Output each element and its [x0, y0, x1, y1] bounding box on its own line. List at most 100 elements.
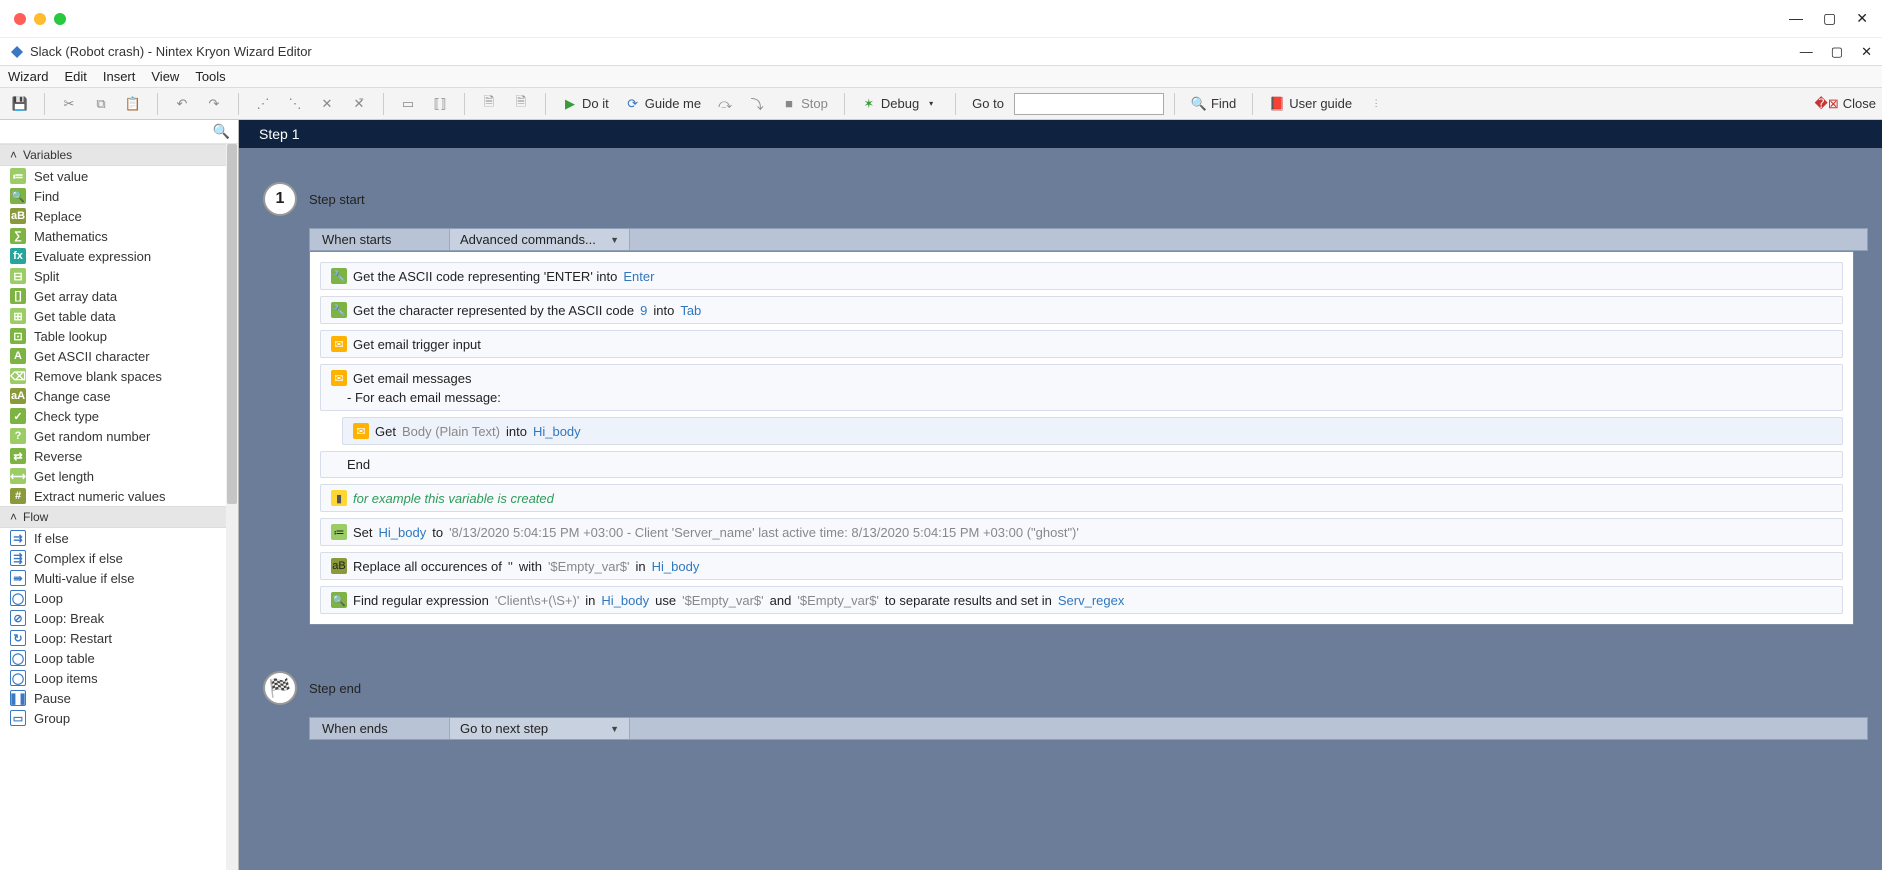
- sidebar-item[interactable]: ◯Loop table: [0, 648, 238, 668]
- sidebar-item[interactable]: aAChange case: [0, 386, 238, 406]
- step-tab[interactable]: Step 1: [239, 120, 1882, 148]
- chevron-up-icon: ˄: [10, 510, 17, 524]
- copy-button[interactable]: ⧉: [87, 94, 115, 114]
- tb-extra-2[interactable]: ⋱: [281, 94, 309, 114]
- action-get-email-messages[interactable]: ✉ Get email messages - For each email me…: [320, 364, 1843, 411]
- menu-insert[interactable]: Insert: [103, 69, 136, 84]
- action-set-hibody[interactable]: ≔ Set Hi_body to '8/13/2020 5:04:15 PM +…: [320, 518, 1843, 546]
- sidebar-item[interactable]: ⟷Get length: [0, 466, 238, 486]
- note-icon: ▮: [331, 490, 347, 506]
- inner-max-icon[interactable]: ▢: [1831, 44, 1843, 60]
- step-into-button[interactable]: ⤵: [743, 94, 771, 114]
- sidebar-group-variables[interactable]: ˄ Variables: [0, 144, 238, 166]
- inner-close-icon[interactable]: ✕: [1861, 44, 1872, 60]
- sidebar-item[interactable]: ≔Set value: [0, 166, 238, 186]
- sidebar-item[interactable]: ❚❚Pause: [0, 688, 238, 708]
- tb-extra-3[interactable]: ✕: [313, 94, 341, 114]
- action-end[interactable]: End: [320, 451, 1843, 478]
- action-replace[interactable]: aB Replace all occurences of '' with '$E…: [320, 552, 1843, 580]
- sidebar-item-icon: ∑: [10, 228, 26, 244]
- sidebar-item[interactable]: ⊡Table lookup: [0, 326, 238, 346]
- stop-button[interactable]: ■Stop: [775, 94, 834, 114]
- action-find-regex[interactable]: 🔍 Find regular expression 'Client\s+(\S+…: [320, 586, 1843, 614]
- close-button[interactable]: �⊠Close: [1815, 96, 1876, 112]
- redo-button[interactable]: ↷: [200, 94, 228, 114]
- sidebar-item[interactable]: ⊘ Loop: Break: [0, 608, 238, 628]
- menu-wizard[interactable]: Wizard: [8, 69, 48, 84]
- menu-tools[interactable]: Tools: [195, 69, 225, 84]
- step-end-strip: When ends Go to next step▼: [309, 717, 1868, 740]
- tb-page-2[interactable]: 🗎: [507, 94, 535, 114]
- sidebar-item[interactable]: ∑Mathematics: [0, 226, 238, 246]
- guideme-button[interactable]: ⟳Guide me: [619, 94, 707, 114]
- sidebar-item-label: Replace: [34, 209, 82, 224]
- sidebar-item-label: Loop: Restart: [34, 631, 112, 646]
- sidebar-item[interactable]: ⊞Get table data: [0, 306, 238, 326]
- action-get-body[interactable]: ✉ Get Body (Plain Text) into Hi_body: [342, 417, 1843, 445]
- sidebar-item[interactable]: ✓Check type: [0, 406, 238, 426]
- doit-button[interactable]: ▶Do it: [556, 94, 615, 114]
- step-1-when-dropdown[interactable]: Advanced commands...▼: [450, 229, 630, 250]
- sidebar-item-label: Multi-value if else: [34, 571, 134, 586]
- inner-min-icon[interactable]: —: [1800, 44, 1813, 60]
- canvas: Step 1 1 Step start When starts Advanced…: [239, 120, 1882, 870]
- sidebar-scrollthumb[interactable]: [227, 144, 237, 504]
- sidebar-item[interactable]: aBReplace: [0, 206, 238, 226]
- sidebar-item[interactable]: fxEvaluate expression: [0, 246, 238, 266]
- outer-max-icon[interactable]: ▢: [1823, 10, 1836, 27]
- action-get-char-9[interactable]: 🔧 Get the character represented by the A…: [320, 296, 1843, 324]
- chevron-up-icon: ˄: [10, 148, 17, 162]
- sidebar-item-label: Get ASCII character: [34, 349, 150, 364]
- sidebar-item[interactable]: []Get array data: [0, 286, 238, 306]
- sidebar-item[interactable]: ◯Loop: [0, 588, 238, 608]
- sidebar-item[interactable]: ⌫Remove blank spaces: [0, 366, 238, 386]
- search-icon[interactable]: 🔍: [213, 123, 230, 140]
- tb-box-1[interactable]: ▭: [394, 94, 422, 114]
- mac-min-dot[interactable]: [34, 13, 46, 25]
- sidebar-item[interactable]: ◯Loop items: [0, 668, 238, 688]
- sidebar-item[interactable]: ⇄Reverse: [0, 446, 238, 466]
- outer-close-icon[interactable]: ✕: [1856, 10, 1868, 27]
- sidebar-item[interactable]: #Extract numeric values: [0, 486, 238, 506]
- sidebar-item-label: Loop: Break: [34, 611, 104, 626]
- mac-max-dot[interactable]: [54, 13, 66, 25]
- tb-box-2[interactable]: ⟦⟧: [426, 94, 454, 114]
- sidebar-item-label: Table lookup: [34, 329, 107, 344]
- sidebar-item-label: Find: [34, 189, 59, 204]
- sidebar-item-label: Change case: [34, 389, 111, 404]
- tb-extra-1[interactable]: ⋰: [249, 94, 277, 114]
- tb-extra-4[interactable]: ✕̄: [345, 94, 373, 114]
- sidebar-item[interactable]: ⊟Split: [0, 266, 238, 286]
- debug-button[interactable]: ✶Debug▾: [855, 94, 945, 114]
- outer-min-icon[interactable]: —: [1789, 10, 1803, 27]
- userguide-button[interactable]: 📕User guide: [1263, 94, 1358, 114]
- action-get-email-trigger[interactable]: ✉ Get email trigger input: [320, 330, 1843, 358]
- save-button[interactable]: 💾: [6, 94, 34, 114]
- mac-close-dot[interactable]: [14, 13, 26, 25]
- action-get-ascii-enter[interactable]: 🔧 Get the ASCII code representing 'ENTER…: [320, 262, 1843, 290]
- paste-button[interactable]: 📋: [119, 94, 147, 114]
- sidebar-group-label: Variables: [23, 148, 72, 162]
- action-comment[interactable]: ▮ for example this variable is created: [320, 484, 1843, 512]
- menu-edit[interactable]: Edit: [64, 69, 86, 84]
- sidebar-item[interactable]: AGet ASCII character: [0, 346, 238, 366]
- tb-page-1[interactable]: 🗎: [475, 94, 503, 114]
- sidebar-item[interactable]: ⇛Multi-value if else: [0, 568, 238, 588]
- sidebar-item[interactable]: ?Get random number: [0, 426, 238, 446]
- find-button[interactable]: 🔍Find: [1185, 94, 1242, 114]
- actions-panel: 🔧 Get the ASCII code representing 'ENTER…: [309, 251, 1854, 625]
- sidebar-item[interactable]: ▭Group: [0, 708, 238, 728]
- sidebar-scrollbar[interactable]: [226, 144, 238, 870]
- step-over-button[interactable]: ⤼: [711, 94, 739, 114]
- menu-view[interactable]: View: [151, 69, 179, 84]
- goto-input[interactable]: [1014, 93, 1164, 115]
- undo-button[interactable]: ↶: [168, 94, 196, 114]
- cut-button[interactable]: ✂: [55, 94, 83, 114]
- sidebar-item[interactable]: ⇶Complex if else: [0, 548, 238, 568]
- step-end-when-dropdown[interactable]: Go to next step▼: [450, 718, 630, 739]
- sidebar-item[interactable]: 🔍Find: [0, 186, 238, 206]
- sidebar-group-flow[interactable]: ˄Flow: [0, 506, 238, 528]
- sidebar-item[interactable]: ↻ Loop: Restart: [0, 628, 238, 648]
- tb-more-icon[interactable]: ⋮: [1362, 94, 1390, 114]
- sidebar-item[interactable]: ⇉If else: [0, 528, 238, 548]
